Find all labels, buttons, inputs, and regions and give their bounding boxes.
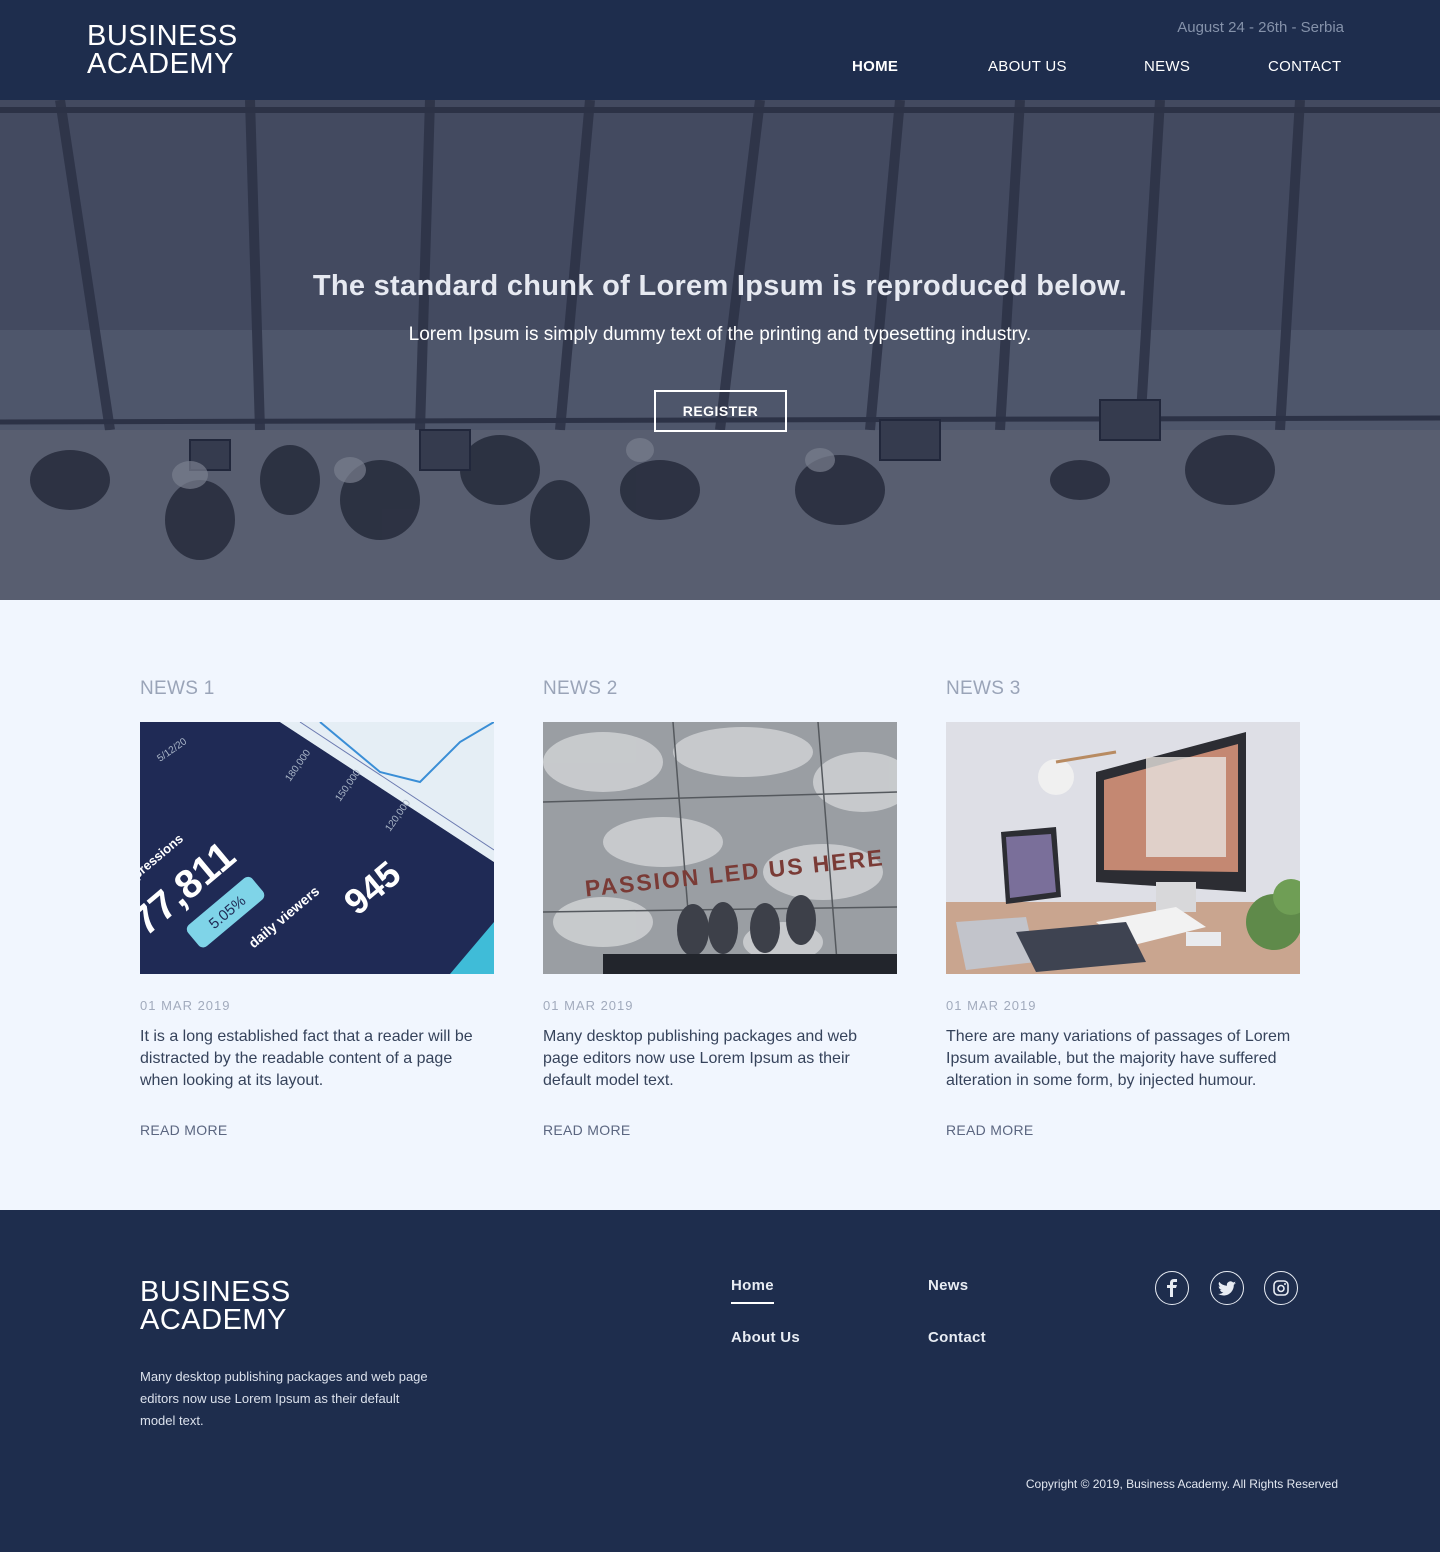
news-section: NEWS 1 180,000 150,000 120,000 5/12/20 I…: [0, 600, 1440, 1210]
logo-line1: BUSINESS: [87, 20, 238, 52]
news-image-workspace[interactable]: [946, 722, 1300, 974]
news-image-analytics[interactable]: 180,000 150,000 120,000 5/12/20 Impressi…: [140, 722, 494, 974]
footer-link-news[interactable]: News: [928, 1277, 968, 1294]
news-card-1: NEWS 1 180,000 150,000 120,000 5/12/20 I…: [140, 678, 494, 1140]
main-nav: HOME ABOUT US NEWS CONTACT: [0, 58, 1440, 78]
event-date: August 24 - 26th - Serbia: [1177, 19, 1344, 36]
footer-logo[interactable]: BUSINESS ACADEMY: [140, 1276, 291, 1336]
footer-link-home[interactable]: Home: [731, 1277, 774, 1304]
read-more-link[interactable]: READ MORE: [946, 1122, 1034, 1138]
news-excerpt: It is a long established fact that a rea…: [140, 1028, 473, 1089]
nav-contact[interactable]: CONTACT: [1268, 58, 1341, 75]
site-header: BUSINESS ACADEMY August 24 - 26th - Serb…: [0, 0, 1440, 100]
news-title: NEWS 3: [946, 678, 1021, 699]
logo-line1: BUSINESS: [140, 1276, 291, 1308]
news-image-passion[interactable]: PASSION LED US HERE: [543, 722, 897, 974]
hero-subtitle: Lorem Ipsum is simply dummy text of the …: [408, 324, 1032, 345]
news-date: 01 MAR 2019: [543, 998, 634, 1013]
hero-banner: The standard chunk of Lorem Ipsum is rep…: [0, 100, 1440, 600]
news-card-3: NEWS 3 01 MAR 2019 There are many variat…: [946, 678, 1300, 1140]
news-excerpt: There are many variations of passages of…: [946, 1028, 1291, 1089]
footer-link-contact[interactable]: Contact: [928, 1329, 986, 1346]
instagram-icon[interactable]: [1264, 1271, 1298, 1305]
hero-title: The standard chunk of Lorem Ipsum is rep…: [312, 270, 1128, 302]
facebook-icon[interactable]: [1155, 1271, 1189, 1305]
hero-background-image: [0, 100, 1440, 600]
news-excerpt: Many desktop publishing packages and web…: [543, 1028, 857, 1089]
twitter-icon[interactable]: [1210, 1271, 1244, 1305]
nav-home[interactable]: HOME: [852, 58, 898, 75]
news-date: 01 MAR 2019: [140, 998, 231, 1013]
nav-news[interactable]: NEWS: [1144, 58, 1190, 75]
site-footer: BUSINESS ACADEMY Many desktop publishing…: [0, 1210, 1440, 1552]
news-title: NEWS 1: [140, 678, 215, 699]
news-card-2: NEWS 2 PASSION LED US HERE 01 MAR 2019 M…: [543, 678, 897, 1140]
footer-link-about-us[interactable]: About Us: [731, 1329, 800, 1346]
copyright-text: Copyright © 2019, Business Academy. All …: [1025, 1477, 1338, 1491]
nav-about-us[interactable]: ABOUT US: [988, 58, 1067, 75]
footer-description: Many desktop publishing packages and web…: [140, 1369, 428, 1428]
read-more-link[interactable]: READ MORE: [140, 1122, 228, 1138]
read-more-link[interactable]: READ MORE: [543, 1122, 631, 1138]
news-date: 01 MAR 2019: [946, 998, 1037, 1013]
register-button[interactable]: REGISTER: [654, 390, 787, 432]
news-title: NEWS 2: [543, 678, 618, 699]
logo-line2: ACADEMY: [140, 1304, 287, 1336]
